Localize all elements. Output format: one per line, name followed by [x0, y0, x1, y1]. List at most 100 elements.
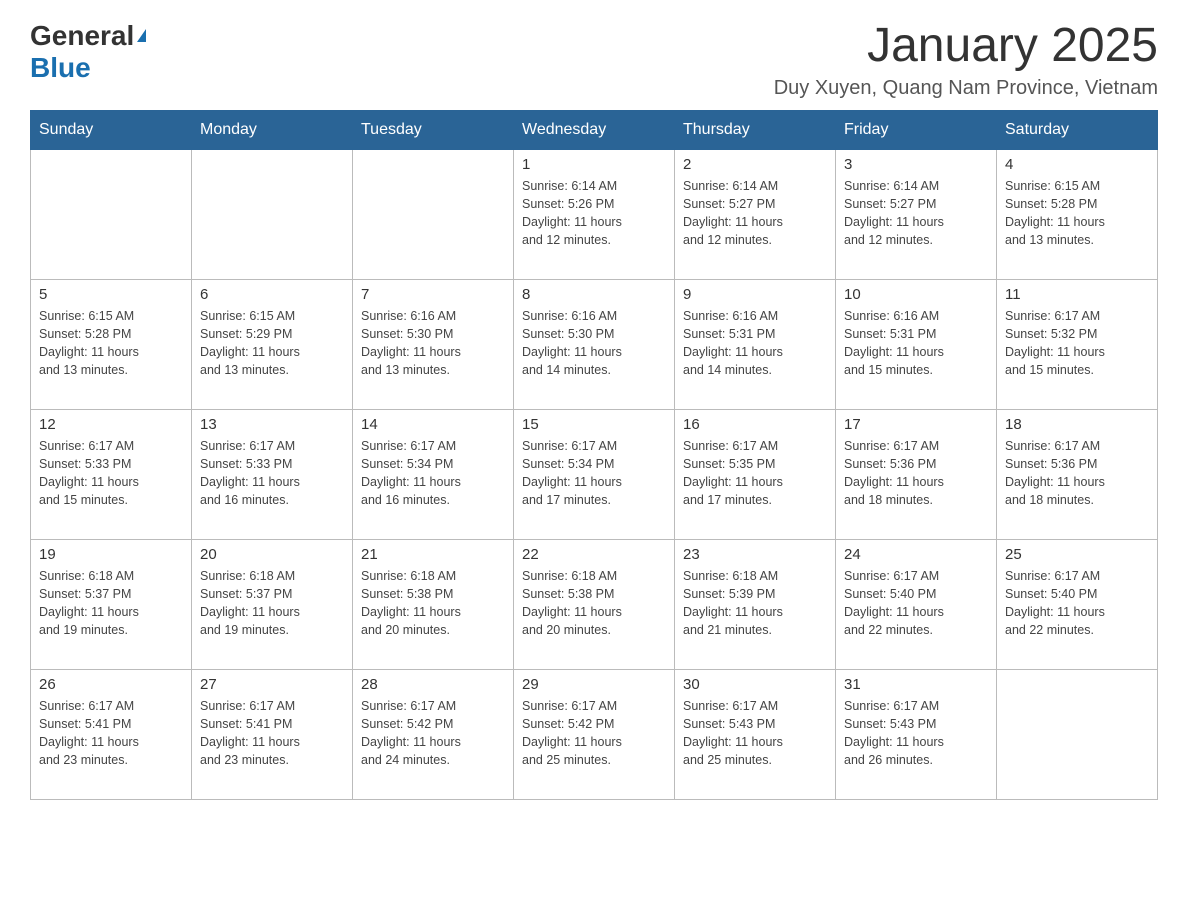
day-number: 6	[200, 286, 344, 303]
column-header-sunday: Sunday	[31, 110, 192, 149]
day-number: 9	[683, 286, 827, 303]
calendar-cell: 13 Sunrise: 6:17 AM Sunset: 5:33 PM Dayli…	[192, 409, 353, 539]
day-number: 7	[361, 286, 505, 303]
day-info: Sunrise: 6:17 AM Sunset: 5:42 PM Dayligh…	[522, 697, 666, 770]
calendar-cell: 27 Sunrise: 6:17 AM Sunset: 5:41 PM Dayli…	[192, 669, 353, 799]
day-info: Sunrise: 6:16 AM Sunset: 5:30 PM Dayligh…	[522, 307, 666, 380]
day-number: 5	[39, 286, 183, 303]
day-number: 15	[522, 416, 666, 433]
day-info: Sunrise: 6:17 AM Sunset: 5:35 PM Dayligh…	[683, 437, 827, 510]
calendar-cell: 5Sunrise: 6:15 AM Sunset: 5:28 PM Daylig…	[31, 279, 192, 409]
day-info: Sunrise: 6:17 AM Sunset: 5:34 PM Dayligh…	[522, 437, 666, 510]
column-header-monday: Monday	[192, 110, 353, 149]
day-info: Sunrise: 6:18 AM Sunset: 5:39 PM Dayligh…	[683, 567, 827, 640]
main-title: January 2025	[774, 20, 1158, 73]
day-number: 8	[522, 286, 666, 303]
day-info: Sunrise: 6:15 AM Sunset: 5:28 PM Dayligh…	[1005, 177, 1149, 250]
day-info: Sunrise: 6:17 AM Sunset: 5:33 PM Dayligh…	[200, 437, 344, 510]
day-number: 4	[1005, 156, 1149, 173]
day-number: 10	[844, 286, 988, 303]
calendar-cell	[997, 669, 1158, 799]
day-number: 27	[200, 676, 344, 693]
calendar-cell: 31 Sunrise: 6:17 AM Sunset: 5:43 PM Dayli…	[836, 669, 997, 799]
day-number: 11	[1005, 286, 1149, 303]
calendar-table: SundayMondayTuesdayWednesdayThursdayFrid…	[30, 110, 1158, 800]
calendar-cell	[31, 149, 192, 279]
subtitle: Duy Xuyen, Quang Nam Province, Vietnam	[774, 77, 1158, 100]
calendar-week-row: 26 Sunrise: 6:17 AM Sunset: 5:41 PM Dayli…	[31, 669, 1158, 799]
day-info: Sunrise: 6:16 AM Sunset: 5:30 PM Dayligh…	[361, 307, 505, 380]
calendar-week-row: 12 Sunrise: 6:17 AM Sunset: 5:33 PM Dayli…	[31, 409, 1158, 539]
calendar-cell: 4 Sunrise: 6:15 AM Sunset: 5:28 PM Daylig…	[997, 149, 1158, 279]
calendar-week-row: 1 Sunrise: 6:14 AM Sunset: 5:26 PM Daylig…	[31, 149, 1158, 279]
calendar-cell: 21 Sunrise: 6:18 AM Sunset: 5:38 PM Dayli…	[353, 539, 514, 669]
day-info: Sunrise: 6:16 AM Sunset: 5:31 PM Dayligh…	[844, 307, 988, 380]
day-info: Sunrise: 6:17 AM Sunset: 5:33 PM Dayligh…	[39, 437, 183, 510]
calendar-cell: 22Sunrise: 6:18 AM Sunset: 5:38 PM Dayli…	[514, 539, 675, 669]
day-number: 17	[844, 416, 988, 433]
calendar-cell: 10 Sunrise: 6:16 AM Sunset: 5:31 PM Dayli…	[836, 279, 997, 409]
day-number: 30	[683, 676, 827, 693]
day-info: Sunrise: 6:16 AM Sunset: 5:31 PM Dayligh…	[683, 307, 827, 380]
day-number: 12	[39, 416, 183, 433]
day-number: 20	[200, 546, 344, 563]
calendar-week-row: 19 Sunrise: 6:18 AM Sunset: 5:37 PM Dayli…	[31, 539, 1158, 669]
day-info: Sunrise: 6:17 AM Sunset: 5:36 PM Dayligh…	[844, 437, 988, 510]
title-area: January 2025 Duy Xuyen, Quang Nam Provin…	[774, 20, 1158, 100]
calendar-cell: 20 Sunrise: 6:18 AM Sunset: 5:37 PM Dayli…	[192, 539, 353, 669]
day-number: 31	[844, 676, 988, 693]
day-info: Sunrise: 6:18 AM Sunset: 5:38 PM Dayligh…	[361, 567, 505, 640]
logo: General Blue	[30, 20, 146, 84]
column-header-friday: Friday	[836, 110, 997, 149]
calendar-cell: 23Sunrise: 6:18 AM Sunset: 5:39 PM Dayli…	[675, 539, 836, 669]
day-info: Sunrise: 6:17 AM Sunset: 5:43 PM Dayligh…	[683, 697, 827, 770]
day-number: 16	[683, 416, 827, 433]
day-number: 14	[361, 416, 505, 433]
day-info: Sunrise: 6:17 AM Sunset: 5:41 PM Dayligh…	[200, 697, 344, 770]
day-number: 19	[39, 546, 183, 563]
calendar-cell: 18 Sunrise: 6:17 AM Sunset: 5:36 PM Dayli…	[997, 409, 1158, 539]
day-info: Sunrise: 6:17 AM Sunset: 5:36 PM Dayligh…	[1005, 437, 1149, 510]
day-number: 18	[1005, 416, 1149, 433]
day-info: Sunrise: 6:17 AM Sunset: 5:40 PM Dayligh…	[844, 567, 988, 640]
column-header-tuesday: Tuesday	[353, 110, 514, 149]
day-number: 2	[683, 156, 827, 173]
day-number: 24	[844, 546, 988, 563]
day-info: Sunrise: 6:17 AM Sunset: 5:32 PM Dayligh…	[1005, 307, 1149, 380]
calendar-cell: 30 Sunrise: 6:17 AM Sunset: 5:43 PM Dayli…	[675, 669, 836, 799]
day-info: Sunrise: 6:18 AM Sunset: 5:37 PM Dayligh…	[200, 567, 344, 640]
day-info: Sunrise: 6:17 AM Sunset: 5:40 PM Dayligh…	[1005, 567, 1149, 640]
day-info: Sunrise: 6:18 AM Sunset: 5:37 PM Dayligh…	[39, 567, 183, 640]
calendar-cell: 14Sunrise: 6:17 AM Sunset: 5:34 PM Dayli…	[353, 409, 514, 539]
day-number: 1	[522, 156, 666, 173]
calendar-cell	[353, 149, 514, 279]
day-info: Sunrise: 6:17 AM Sunset: 5:43 PM Dayligh…	[844, 697, 988, 770]
logo-general-text: General	[30, 20, 134, 52]
calendar-cell: 8 Sunrise: 6:16 AM Sunset: 5:30 PM Daylig…	[514, 279, 675, 409]
day-info: Sunrise: 6:17 AM Sunset: 5:42 PM Dayligh…	[361, 697, 505, 770]
day-number: 13	[200, 416, 344, 433]
calendar-cell: 25Sunrise: 6:17 AM Sunset: 5:40 PM Dayli…	[997, 539, 1158, 669]
calendar-cell: 11 Sunrise: 6:17 AM Sunset: 5:32 PM Dayli…	[997, 279, 1158, 409]
day-number: 21	[361, 546, 505, 563]
day-info: Sunrise: 6:15 AM Sunset: 5:29 PM Dayligh…	[200, 307, 344, 380]
calendar-cell: 15 Sunrise: 6:17 AM Sunset: 5:34 PM Dayli…	[514, 409, 675, 539]
day-info: Sunrise: 6:14 AM Sunset: 5:26 PM Dayligh…	[522, 177, 666, 250]
calendar-week-row: 5Sunrise: 6:15 AM Sunset: 5:28 PM Daylig…	[31, 279, 1158, 409]
calendar-cell: 7 Sunrise: 6:16 AM Sunset: 5:30 PM Daylig…	[353, 279, 514, 409]
calendar-cell: 29Sunrise: 6:17 AM Sunset: 5:42 PM Dayli…	[514, 669, 675, 799]
day-number: 26	[39, 676, 183, 693]
logo-triangle-icon	[137, 29, 146, 42]
calendar-cell: 1 Sunrise: 6:14 AM Sunset: 5:26 PM Daylig…	[514, 149, 675, 279]
calendar-cell: 16 Sunrise: 6:17 AM Sunset: 5:35 PM Dayli…	[675, 409, 836, 539]
calendar-cell: 6 Sunrise: 6:15 AM Sunset: 5:29 PM Daylig…	[192, 279, 353, 409]
header: General Blue January 2025 Duy Xuyen, Qua…	[30, 20, 1158, 100]
calendar-cell: 19 Sunrise: 6:18 AM Sunset: 5:37 PM Dayli…	[31, 539, 192, 669]
day-number: 3	[844, 156, 988, 173]
day-number: 28	[361, 676, 505, 693]
day-info: Sunrise: 6:18 AM Sunset: 5:38 PM Dayligh…	[522, 567, 666, 640]
calendar-header-row: SundayMondayTuesdayWednesdayThursdayFrid…	[31, 110, 1158, 149]
calendar-cell: 9 Sunrise: 6:16 AM Sunset: 5:31 PM Daylig…	[675, 279, 836, 409]
calendar-cell: 17 Sunrise: 6:17 AM Sunset: 5:36 PM Dayli…	[836, 409, 997, 539]
column-header-thursday: Thursday	[675, 110, 836, 149]
